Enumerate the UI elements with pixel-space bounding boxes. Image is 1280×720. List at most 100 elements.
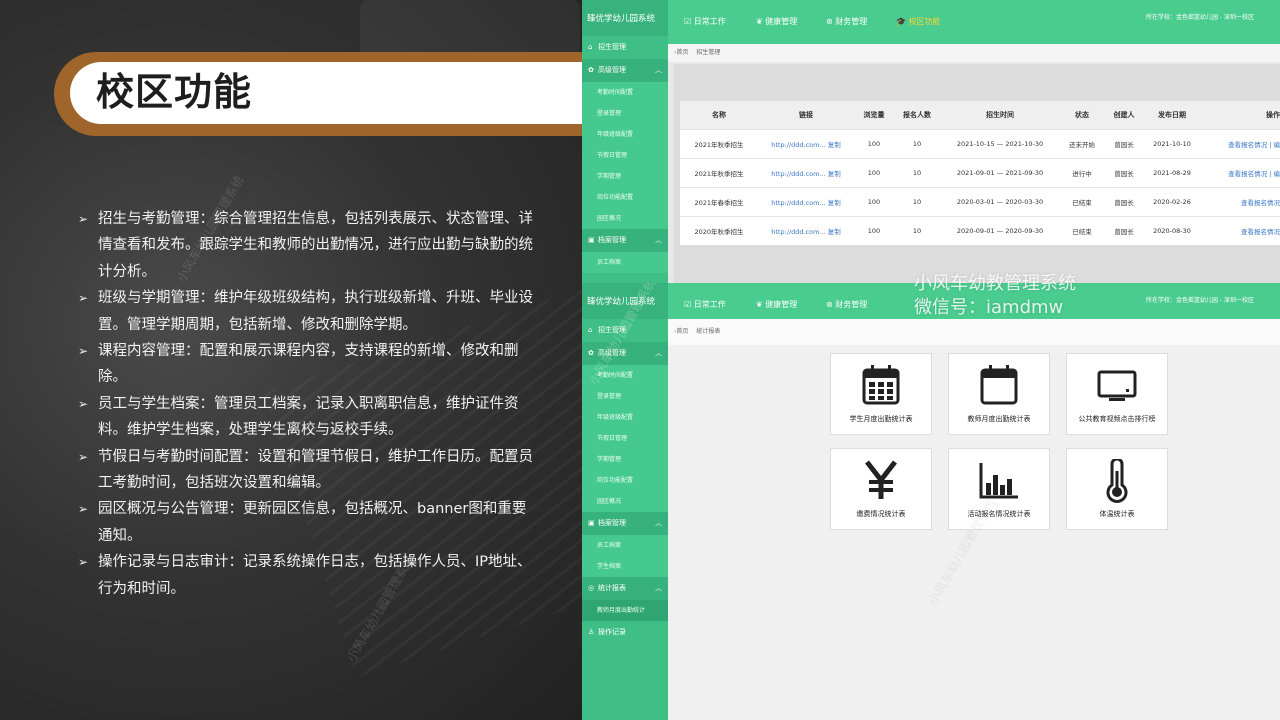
home-icon: ⌂ [588,43,593,51]
table-row: 2021年春季招生 http://ddd.com... 复制 100 10 20… [680,186,1280,216]
chevron-up-icon: ︿ [655,349,662,357]
leaf-icon: ❦ [756,300,766,309]
arrow-bullet-icon: ➢ [78,449,89,464]
sidebar-item-login[interactable]: 登录管理 [582,386,668,407]
cell-name: 2021年秋季招生 [680,157,758,187]
sidebar-item-staff[interactable]: 员工档案 [582,252,668,273]
cell-status: 还未开始 [1060,128,1104,158]
report-card-temperature[interactable]: 体温统计表 [1066,448,1168,530]
sidebar-group-reports[interactable]: ◎ 统计报表 ︿ [582,577,668,600]
sidebar-item-semester[interactable]: 学期管理 [582,166,668,187]
nav-campus[interactable]: 🎓 校区功能 [896,0,941,44]
view-signups-link[interactable]: 查看报名情况 [1200,186,1280,216]
column-header: 链接 [758,101,854,129]
report-card-activity-signup[interactable]: 活动报名情况统计表 [948,448,1050,530]
table-header-row: 名称 链接 浏览量 报名人数 招生时间 状态 创建人 发布日期 操作 [680,101,1280,129]
copy-link-button[interactable]: 复制 [828,199,841,207]
enrollment-table: 名称 链接 浏览量 报名人数 招生时间 状态 创建人 发布日期 操作 2021年… [680,101,1280,245]
list-item: ➢ 节假日与考勤时间配置：设置和管理节假日，维护工作日历。配置员工考勤时间，包括班… [78,444,534,497]
enrollment-screenshot: 臻优学幼儿园系统 ⌂ 招生管理 ✿ 高级管理 ︿ 考勤时间配置 登录管理 年级班级配置… [582,0,1280,283]
chevron-up-icon: ︿ [655,584,662,592]
view-signups-link[interactable]: 查看报名情况 [1200,215,1280,245]
money-icon: ⊛ [826,300,836,309]
enrollment-link[interactable]: http://ddd.com... [771,228,825,236]
breadcrumb: ‹首页 统计报表 [668,319,1280,345]
view-signups-link[interactable]: 查看报名情况 | 编 [1200,128,1280,158]
sidebar-item-position[interactable]: 岗位功能配置 [582,187,668,208]
cell-signups: 10 [894,215,940,245]
copy-link-button[interactable]: 复制 [828,228,841,236]
current-school: 所在学校：金色摇篮幼儿园 - 深圳一校区 [1146,14,1254,21]
enrollment-link[interactable]: http://ddd.com... [771,199,825,207]
nav-daily-work[interactable]: ☑ 日常工作 [684,0,726,44]
chevron-up-icon: ︿ [655,236,662,244]
sidebar-item-login[interactable]: 登录管理 [582,103,668,124]
chart-icon: ◎ [588,584,595,592]
report-card-label: 教师月度出勤统计表 [967,415,1031,423]
arrow-bullet-icon: ➢ [78,396,89,411]
cell-name: 2021年秋季招生 [680,128,758,158]
report-card-video-ranking[interactable]: 公共教育视频点击排行榜 [1066,353,1168,435]
app-brand: 臻优学幼儿园系统 [582,0,668,36]
copy-link-button[interactable]: 复制 [828,170,841,178]
sidebar-group-advanced[interactable]: ✿ 高级管理 ︿ [582,59,668,82]
sidebar-item-semester[interactable]: 学期管理 [582,449,668,470]
sidebar-item-attendance-time[interactable]: 考勤时间配置 [582,82,668,103]
table-row: 2020年秋季招生 http://ddd.com... 复制 100 10 20… [680,215,1280,245]
calendar-check-icon: ☑ [684,17,694,26]
sidebar-item-operation-log[interactable]: ♙ 操作记录 [582,621,668,644]
calendar-check-icon: ☑ [684,300,694,309]
cell-link: http://ddd.com... 复制 [758,215,854,245]
sidebar-item-campus[interactable]: 园区概况 [582,208,668,229]
nav-finance[interactable]: ⊛ 财务管理 [826,283,867,319]
sidebar-group-archives[interactable]: ▣ 档案管理 ︿ [582,512,668,535]
nav-daily-work[interactable]: ☑ 日常工作 [684,283,726,319]
cell-views: 100 [854,128,894,158]
sidebar-item-grade-class[interactable]: 年级班级配置 [582,407,668,428]
cell-status: 进行中 [1060,157,1104,187]
cell-period: 2020-03-01 — 2020-03-30 [940,186,1060,216]
sidebar-group-archives[interactable]: ▣ 档案管理 ︿ [582,229,668,252]
breadcrumb-home[interactable]: 首页 [676,328,688,335]
sidebar-item-teacher-attendance[interactable]: 教师月度出勤统计 [582,600,668,621]
home-icon: ⌂ [588,326,593,334]
report-card-label: 体温统计表 [1099,510,1135,518]
sidebar-item-enrollment[interactable]: ⌂ 招生管理 [582,36,668,59]
monitor-icon [1067,364,1167,408]
user-icon: ♙ [588,628,595,636]
cell-link: http://ddd.com... 复制 [758,157,854,187]
report-card-label: 活动报名情况统计表 [967,510,1031,518]
report-card-payment[interactable]: 缴费情况统计表 [830,448,932,530]
money-icon: ⊛ [826,17,836,26]
folder-icon: ▣ [588,519,595,527]
chevron-up-icon: ︿ [655,66,662,74]
cell-signups: 10 [894,186,940,216]
column-header: 名称 [680,101,758,129]
enrollment-link[interactable]: http://ddd.com... [771,170,825,178]
calendar-grid-icon [831,364,931,408]
view-signups-link[interactable]: 查看报名情况 | 编 [1200,157,1280,187]
sidebar-item-holidays[interactable]: 节假日管理 [582,428,668,449]
sidebar-item-staff[interactable]: 员工档案 [582,535,668,556]
nav-health[interactable]: ❦ 健康管理 [756,0,797,44]
report-card-student-attendance[interactable]: 学生月度出勤统计表 [830,353,932,435]
graduation-cap-icon: 🎓 [896,17,909,26]
cell-date: 2021-08-29 [1144,157,1200,187]
sidebar-item-position[interactable]: 岗位功能配置 [582,470,668,491]
nav-health[interactable]: ❦ 健康管理 [756,283,797,319]
cell-views: 100 [854,157,894,187]
sidebar-item-campus[interactable]: 园区概况 [582,491,668,512]
cell-signups: 10 [894,157,940,187]
leaf-icon: ❦ [756,17,766,26]
yuan-icon [831,459,931,503]
sidebar-item-students[interactable]: 学生档案 [582,556,668,577]
sidebar-item-holidays[interactable]: 节假日管理 [582,145,668,166]
enrollment-link[interactable]: http://ddd.com... [771,141,825,149]
sidebar-item-grade-class[interactable]: 年级班级配置 [582,124,668,145]
report-card-label: 学生月度出勤统计表 [849,415,913,423]
breadcrumb-home[interactable]: 首页 [676,49,688,56]
nav-finance[interactable]: ⊛ 财务管理 [826,0,867,44]
arrow-bullet-icon: ➢ [78,344,89,359]
report-card-teacher-attendance[interactable]: 教师月度出勤统计表 [948,353,1050,435]
copy-link-button[interactable]: 复制 [828,141,841,149]
